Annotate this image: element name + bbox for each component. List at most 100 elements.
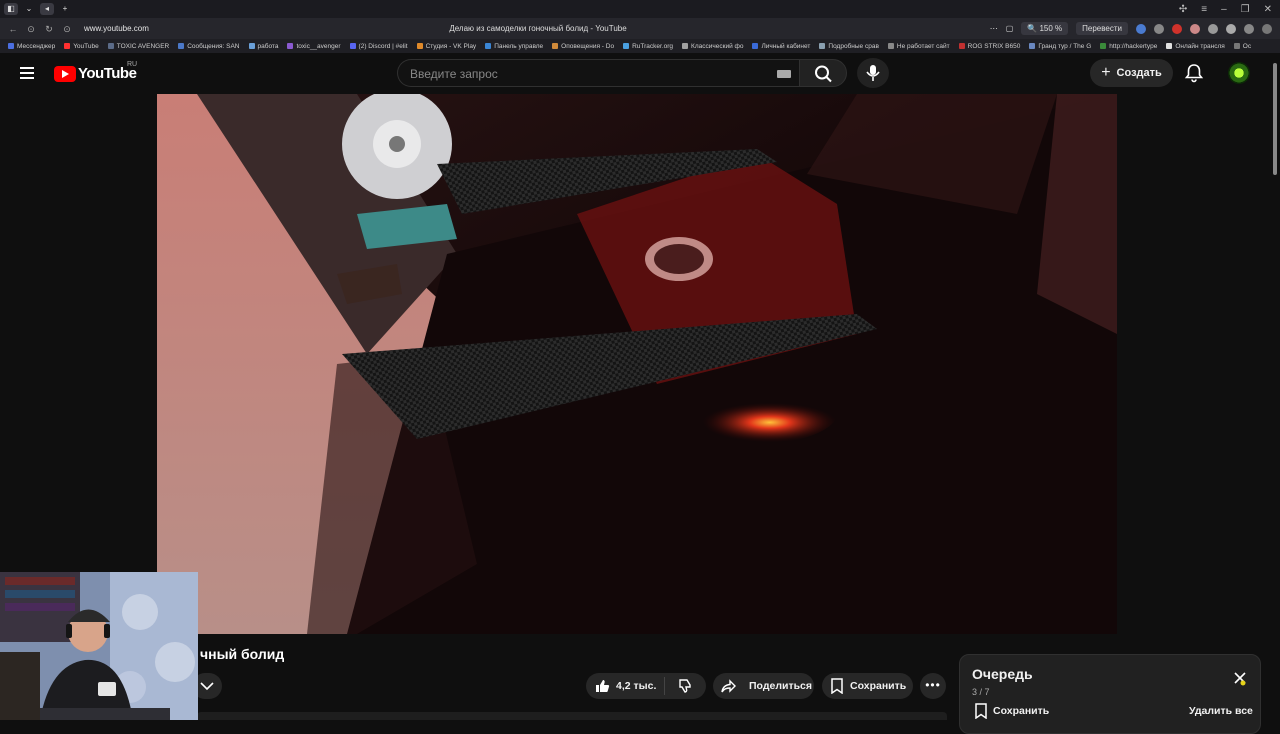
more-icon[interactable]: ⋯	[990, 24, 998, 33]
bookmark-item[interactable]: Мессенджер	[8, 43, 55, 50]
bookmark-favicon-icon	[623, 43, 630, 49]
bookmark-label: Студия - VK Play	[425, 42, 477, 50]
notifications-bell-icon[interactable]	[1184, 63, 1204, 83]
extension-icon[interactable]	[1154, 23, 1164, 34]
bookmark-label: toxic__avenger	[296, 42, 341, 50]
queue-save-button[interactable]: Сохранить	[974, 703, 1049, 719]
bookmark-item[interactable]: Онлайн трансля	[1166, 42, 1225, 50]
keyboard-icon[interactable]	[777, 70, 791, 78]
close-icon[interactable]	[1232, 670, 1248, 686]
avatar[interactable]	[1228, 62, 1250, 84]
like-button[interactable]: 4,2 тыс.	[586, 678, 656, 694]
tab-list-chevron-icon[interactable]: ⌄	[22, 3, 36, 15]
more-actions-button[interactable]: •••	[920, 673, 946, 699]
youtube-logo[interactable]: YouTube	[54, 65, 137, 82]
browser-tab-strip: ◧ ⌄ ◂ + ✣ ≡ – ❐ ✕	[0, 0, 1280, 18]
bookmark-favicon-icon	[416, 43, 423, 49]
bookmark-label: Онлайн трансля	[1175, 42, 1225, 50]
save-label: Сохранить	[850, 680, 907, 692]
like-count: 4,2 тыс.	[616, 680, 657, 692]
window-controls: ✣ ≡ – ❐ ✕	[1179, 0, 1272, 18]
bookmark-icon[interactable]: ▢	[1006, 24, 1014, 33]
bookmarks-bar: Мессенджер YouTube TOXIC AVENGER Сообщения:…	[0, 39, 1280, 53]
bookmark-save-icon	[975, 703, 987, 719]
bookmark-item[interactable]: ROG STRIX B650	[958, 42, 1021, 50]
dislike-button[interactable]	[665, 678, 693, 694]
zoom-indicator[interactable]: 🔍 150 %	[1021, 22, 1069, 35]
bookmark-label: YouTube	[73, 42, 99, 50]
scrollbar-thumb[interactable]	[1273, 63, 1277, 175]
bookmark-label: работа	[257, 42, 279, 50]
region-code: RU	[127, 61, 138, 68]
bookmark-item[interactable]: Гранд тур / The G	[1029, 43, 1091, 50]
bookmark-label: Классический фо	[691, 42, 744, 50]
extension-icon[interactable]	[1208, 23, 1218, 34]
bookmark-item[interactable]: toxic__avenger	[287, 42, 341, 50]
share-button[interactable]: Поделиться	[713, 673, 814, 699]
translate-button[interactable]: Перевести	[1076, 22, 1128, 35]
bookmark-item[interactable]: Ос	[1233, 43, 1251, 50]
extension-icon[interactable]	[1244, 23, 1254, 34]
bookmark-favicon-icon	[485, 43, 492, 49]
minimize-icon[interactable]: –	[1221, 4, 1227, 15]
close-window-icon[interactable]: ✕	[1264, 4, 1272, 15]
video-player[interactable]	[157, 94, 1117, 634]
webcam-image	[0, 572, 198, 720]
new-tab-icon[interactable]: +	[58, 3, 72, 15]
bookmark-item[interactable]: работа	[248, 42, 279, 50]
thumbs-down-icon	[679, 679, 692, 693]
like-dislike-group: 4,2 тыс.	[586, 673, 706, 699]
bookmark-favicon-icon	[752, 43, 759, 49]
bookmark-label: Панель управле	[494, 42, 544, 50]
bookmark-item[interactable]: Студия - VK Play	[416, 42, 477, 50]
bookmark-item[interactable]: Не работает сайт	[887, 42, 950, 50]
bookmark-item[interactable]: Классический фо	[682, 43, 743, 50]
bookmark-item[interactable]: Сообщения: SAN	[178, 43, 240, 50]
download-icon[interactable]	[1262, 23, 1272, 34]
bookmark-favicon-icon	[107, 43, 114, 49]
bookmark-favicon-icon	[1029, 43, 1036, 49]
bookmark-item[interactable]: (2) Discord | #elit	[349, 42, 408, 50]
bookmark-favicon-icon	[1166, 43, 1173, 49]
create-label: Создать	[1116, 67, 1162, 79]
bookmark-label: ROG STRIX B650	[967, 42, 1021, 50]
thumbs-up-icon	[596, 680, 610, 692]
bookmark-item[interactable]: Подробные срав	[819, 43, 879, 50]
search-placeholder: Введите запрос	[410, 67, 498, 81]
queue-clear-button[interactable]: Удалить все	[1189, 705, 1253, 717]
extension-icon[interactable]	[1226, 23, 1236, 34]
maximize-icon[interactable]: ❐	[1241, 4, 1250, 15]
adblock-icon[interactable]	[1172, 23, 1182, 34]
voice-search-button[interactable]	[857, 58, 889, 88]
address-bar-row: ← ⊙ ↻ ⊙ www.youtube.com Делаю из самодел…	[0, 18, 1280, 39]
bookmark-label: Не работает сайт	[896, 42, 950, 50]
queue-title: Очередь	[972, 666, 1033, 682]
bookmark-label: Подробные срав	[828, 42, 879, 50]
bookmark-item[interactable]: TOXIC AVENGER	[107, 43, 169, 50]
bookmark-item[interactable]: RuTracker.org	[623, 43, 673, 50]
search-input[interactable]: Введите запрос	[397, 59, 799, 87]
bookmark-label: (2) Discord | #elit	[358, 42, 408, 50]
bookmark-item[interactable]: Оповещения - Do	[552, 43, 614, 50]
page-scrollbar[interactable]	[1270, 53, 1280, 720]
bookmark-item[interactable]: http://hackertype	[1100, 43, 1157, 50]
search-button[interactable]	[799, 59, 847, 87]
extension-icon[interactable]	[1136, 23, 1146, 34]
menu-icon[interactable]: ≡	[1201, 4, 1207, 15]
bookmark-favicon-icon	[1100, 43, 1107, 49]
microphone-icon	[866, 65, 880, 81]
create-button[interactable]: + Создать	[1090, 59, 1173, 87]
share-label: Поделиться	[749, 680, 813, 692]
menu-hamburger-icon[interactable]	[20, 67, 34, 79]
bookmark-label: Оповещения - Do	[561, 42, 615, 50]
extensions-pin-icon[interactable]: ✣	[1179, 4, 1187, 15]
extension-icon[interactable]	[1190, 23, 1200, 34]
bookmark-item[interactable]: Личный кабинет	[752, 43, 810, 50]
youtube-tab[interactable]: ◂	[40, 3, 54, 15]
bookmark-item[interactable]: YouTube	[64, 43, 99, 50]
workspace-icon[interactable]: ◧	[4, 3, 18, 15]
bookmark-save-icon	[831, 678, 843, 694]
bookmark-favicon-icon	[178, 43, 185, 49]
bookmark-item[interactable]: Панель управле	[485, 43, 543, 50]
save-button[interactable]: Сохранить	[822, 673, 913, 699]
